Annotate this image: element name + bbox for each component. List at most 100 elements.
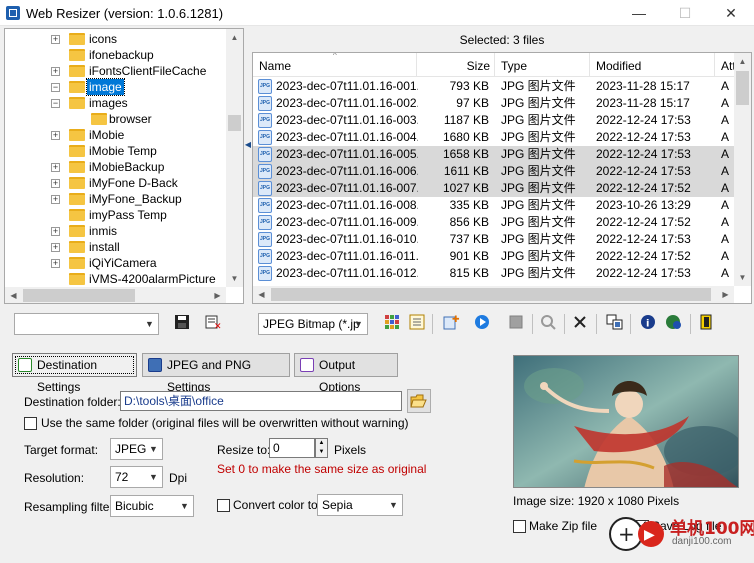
toolbar-separator [596,314,597,334]
tree-item[interactable]: + inmis [5,223,226,239]
minimize-button[interactable]: — [616,0,662,26]
file-row[interactable]: JPG 2023-dec-07t11.01.16-006.j... 1611 KB J… [253,163,735,180]
tree-item[interactable]: + icons [5,31,226,47]
scroll-thumb[interactable] [736,71,749,105]
expand-icon[interactable]: + [51,163,60,172]
thumbnails-button[interactable] [382,314,402,334]
tree-item[interactable]: iMobie Temp [5,143,226,159]
expand-icon[interactable]: + [51,259,60,268]
tab-jpeg-png-settings[interactable]: JPEG and PNG Settings [142,353,290,394]
tree-item[interactable]: + iMyFone D-Back [5,175,226,191]
file-row[interactable]: JPG 2023-dec-07t11.01.16-009.j... 856 KB JP… [253,214,735,231]
scroll-thumb[interactable] [228,115,241,131]
scroll-up-arrow-icon[interactable]: ▲ [734,53,751,70]
file-row[interactable]: JPG 2023-dec-07t11.01.16-004.j... 1680 KB J… [253,129,735,146]
stop-button[interactable] [506,314,526,334]
file-type: JPG 图片文件 [501,249,576,263]
convert-color-select[interactable]: Sepia ▼ [317,494,403,516]
browse-folder-button[interactable] [407,389,431,413]
expand-icon[interactable]: + [51,179,60,188]
resize-spinner[interactable]: ▲ ▼ [315,438,328,458]
file-row[interactable]: JPG 2023-dec-07t11.01.16-008.j... 335 KB JP… [253,197,735,214]
resize-input[interactable]: 0 [269,438,315,458]
save-profile-button[interactable] [172,314,192,334]
delete-profile-button[interactable]: ✕ [204,314,224,334]
convert-color-checkbox[interactable] [217,499,230,512]
expand-icon[interactable]: + [51,67,60,76]
compare-button[interactable] [605,314,625,334]
scroll-right-arrow-icon[interactable]: ▶ [717,286,734,303]
scroll-down-arrow-icon[interactable]: ▼ [734,269,751,286]
make-zip-checkbox[interactable] [513,520,526,533]
tree-item[interactable]: + install [5,239,226,255]
folder-icon [69,273,85,285]
format-select[interactable]: JPEG Bitmap (*.jp ▼ [258,313,368,335]
expand-icon[interactable]: + [51,227,60,236]
tree-horizontal-scrollbar[interactable]: ◀ ▶ [5,287,226,303]
destination-folder-input[interactable]: D:\tools\桌面\office [120,391,402,411]
resolution-select[interactable]: 72 ▼ [110,466,163,488]
folder-icon [69,33,85,45]
splitter-arrow-icon[interactable]: ◀ [244,130,252,160]
list-horizontal-scrollbar[interactable]: ◀ ▶ [253,286,734,303]
toolbar-separator [564,314,565,334]
remove-button[interactable] [570,314,590,334]
file-row[interactable]: JPG 2023-dec-07t11.01.16-007.j... 1027 KB J… [253,180,735,197]
column-header-size[interactable]: Size [417,53,495,77]
target-format-select[interactable]: JPEG ▼ [110,438,163,460]
file-row[interactable]: JPG 2023-dec-07t11.01.16-001.j... 793 KB JP… [253,78,735,95]
folder-tree[interactable]: + icons ifonebackup + iFontsClientFileCache −… [4,28,244,304]
maximize-button[interactable]: ☐ [662,0,708,26]
tree-item[interactable]: + iMyFone_Backup [5,191,226,207]
file-row[interactable]: JPG 2023-dec-07t11.01.16-010.j... 737 KB JP… [253,231,735,248]
tree-item[interactable]: − images [5,95,226,111]
file-row[interactable]: JPG 2023-dec-07t11.01.16-002.j... 97 KB JPG… [253,95,735,112]
tree-item[interactable]: imyPass Temp [5,207,226,223]
file-row[interactable]: JPG 2023-dec-07t11.01.16-012.j... 815 KB JP… [253,265,735,282]
tree-item[interactable]: + iFontsClientFileCache [5,63,226,79]
tree-item[interactable]: + iQiYiCamera [5,255,226,271]
tree-item[interactable]: browser [5,111,226,127]
collapse-icon[interactable]: − [51,83,60,92]
scroll-thumb[interactable] [23,289,135,302]
exit-button[interactable] [696,314,716,334]
scroll-down-arrow-icon[interactable]: ▼ [226,270,243,287]
zoom-button[interactable] [538,314,558,334]
column-header-modified[interactable]: Modified [590,53,715,77]
scroll-left-arrow-icon[interactable]: ◀ [253,286,270,303]
collapse-icon[interactable]: − [51,99,60,108]
start-button[interactable] [472,314,492,334]
list-vertical-scrollbar[interactable]: ▲ ▼ [734,53,751,286]
add-files-button[interactable]: ✚ [441,314,461,334]
tab-output-options[interactable]: Output Options [294,353,398,394]
tree-item[interactable]: + iMobie [5,127,226,143]
profile-select[interactable]: ▼ [14,313,159,335]
column-header-type[interactable]: Type [495,53,590,77]
expand-icon[interactable]: + [51,35,60,44]
tab-destination-settings[interactable]: Destination Settings [12,353,137,394]
web-button[interactable] [664,314,684,334]
scroll-left-arrow-icon[interactable]: ◀ [5,287,22,303]
file-row[interactable]: JPG 2023-dec-07t11.01.16-011.j... 901 KB JP… [253,248,735,265]
list-view-button[interactable] [407,314,427,334]
scroll-up-arrow-icon[interactable]: ▲ [226,29,243,46]
file-row[interactable]: JPG 2023-dec-07t11.01.16-005.j... 1658 KB J… [253,146,735,163]
scroll-thumb[interactable] [271,288,711,301]
file-row[interactable]: JPG 2023-dec-07t11.01.16-003.j... 1187 KB J… [253,112,735,129]
close-button[interactable]: ✕ [708,0,754,26]
expand-icon[interactable]: + [51,243,60,252]
resampling-select[interactable]: Bicubic ▼ [110,495,194,517]
same-folder-checkbox[interactable] [24,417,37,430]
info-button[interactable]: i [638,314,658,334]
chevron-down-icon: ▼ [149,472,158,482]
tree-item[interactable]: + iMobieBackup [5,159,226,175]
scroll-right-arrow-icon[interactable]: ▶ [209,287,226,303]
tree-item[interactable]: − image [5,78,226,96]
expand-icon[interactable]: + [51,195,60,204]
expand-icon[interactable]: + [51,131,60,140]
tree-vertical-scrollbar[interactable]: ▲ ▼ [226,29,243,287]
file-type: JPG 图片文件 [501,181,576,195]
tree-item[interactable]: iVMS-4200alarmPicture [5,271,226,287]
tree-item[interactable]: ifonebackup [5,47,226,63]
file-list[interactable]: Name ^ Size Type Modified Att JPG 2023-de… [252,52,752,304]
